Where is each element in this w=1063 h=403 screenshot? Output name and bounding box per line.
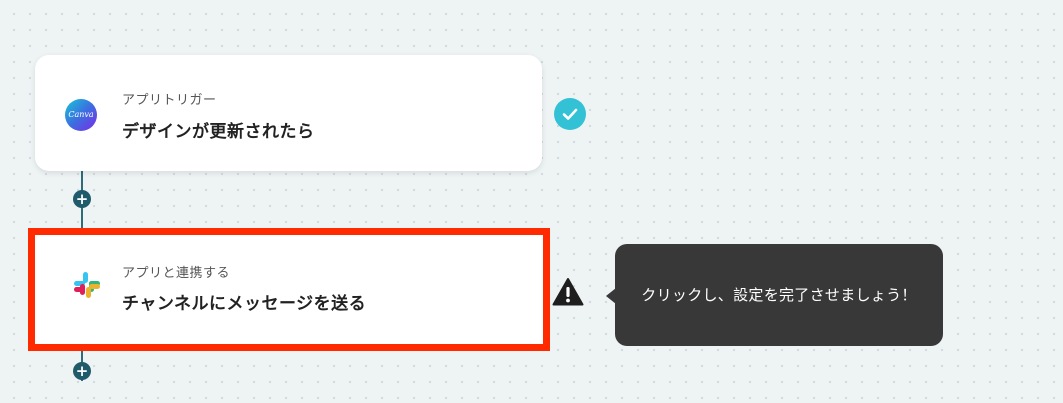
warning-icon bbox=[552, 278, 584, 306]
trigger-step-card[interactable]: Canva アプリトリガー デザインが更新されたら bbox=[35, 55, 542, 171]
slack-icon bbox=[74, 272, 100, 298]
add-step-button[interactable]: + bbox=[73, 190, 91, 208]
action-step-sublabel: アプリと連携する bbox=[122, 266, 231, 281]
canva-icon: Canva bbox=[65, 99, 97, 131]
trigger-step-title: デザインが更新されたら bbox=[122, 122, 315, 142]
add-step-button[interactable]: + bbox=[73, 362, 91, 380]
action-step-card[interactable]: アプリと連携する チャンネルにメッセージを送る bbox=[28, 228, 550, 351]
trigger-step-sublabel: アプリトリガー bbox=[122, 93, 217, 108]
setup-hint-tooltip: クリックし、設定を完了させましょう！ bbox=[615, 244, 943, 346]
check-icon bbox=[554, 98, 586, 130]
action-step-title: チャンネルにメッセージを送る bbox=[122, 294, 367, 314]
